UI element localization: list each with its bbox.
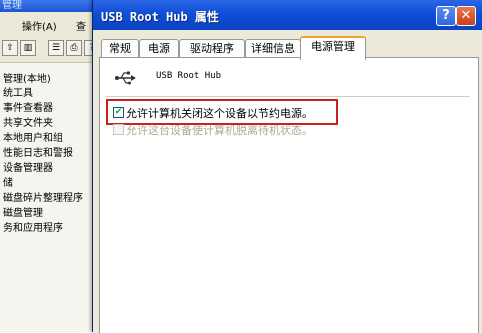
dialog-titlebar[interactable]: USB Root Hub 属性 ? ✕ (93, 0, 482, 30)
tree-item-disk-defragmenter[interactable]: 磁盘碎片整理程序 (3, 189, 83, 204)
usb-icon (115, 71, 136, 85)
background-titlebar: 管理 (0, 0, 100, 12)
tab-strip: 常规 电源 驱动程序 详细信息 电源管理 (93, 30, 482, 60)
usb-root-hub-properties-dialog: USB Root Hub 属性 ? ✕ 常规 电源 驱动程序 详细信息 电源管理… (92, 0, 482, 333)
tree-item-disk-management[interactable]: 磁盘管理 (3, 204, 43, 219)
up-folder-icon[interactable]: ⇧ (2, 40, 18, 56)
help-button[interactable]: ? (436, 6, 456, 26)
background-menubar: 操作(A) 查 (0, 12, 100, 33)
menu-view[interactable]: 查 (76, 18, 86, 33)
show-hide-tree-icon[interactable]: ▥ (20, 40, 36, 56)
tab-general[interactable]: 常规 (101, 39, 139, 58)
tree-item-local-users-groups[interactable]: 本地用户和组 (3, 129, 63, 144)
tab-power[interactable]: 电源 (139, 39, 179, 58)
tab-driver[interactable]: 驱动程序 (179, 39, 245, 58)
properties-icon[interactable]: ☰ (48, 40, 64, 56)
tree-item-shared-folders[interactable]: 共享文件夹 (3, 114, 53, 129)
allow-power-off-label[interactable]: 允许计算机关闭这个设备以节约电源。 (126, 105, 313, 121)
close-button[interactable]: ✕ (456, 6, 476, 26)
tree-item-services-applications[interactable]: 务和应用程序 (3, 219, 63, 234)
tree-item-device-manager[interactable]: 设备管理器 (3, 159, 53, 174)
tree-item-computer-management[interactable]: 管理(本地) (3, 70, 51, 85)
allow-wake-label[interactable]: 允许这台设备使计算机脱离待机状态。 (126, 122, 313, 138)
menu-action[interactable]: 操作(A) (22, 18, 57, 33)
computer-management-window: 管理 操作(A) 查 ⇧ ▥ ☰ ⎙ ? 管理(本地) 统工具 事件查看器 共享… (0, 0, 100, 332)
tree-item-event-viewer[interactable]: 事件查看器 (3, 99, 53, 114)
allow-power-off-checkbox[interactable]: ✔ (113, 107, 124, 118)
dialog-title: USB Root Hub 属性 (101, 10, 219, 24)
tree-item-system-tools[interactable]: 统工具 (3, 84, 33, 99)
print-icon[interactable]: ⎙ (66, 40, 82, 56)
tree-item-storage[interactable]: 储 (3, 174, 13, 189)
power-management-panel: USB Root Hub ✔ 允许计算机关闭这个设备以节约电源。 允许这台设备使… (99, 57, 479, 333)
tab-details[interactable]: 详细信息 (245, 39, 301, 58)
tree-item-performance-logs[interactable]: 性能日志和警报 (3, 144, 73, 159)
device-name: USB Root Hub (156, 71, 222, 81)
allow-wake-checkbox[interactable] (113, 124, 124, 135)
tab-power-management[interactable]: 电源管理 (300, 36, 366, 60)
background-window-title: 管理 (2, 0, 22, 11)
separator (106, 96, 470, 97)
background-toolbar: ⇧ ▥ ☰ ⎙ ? (0, 32, 100, 63)
